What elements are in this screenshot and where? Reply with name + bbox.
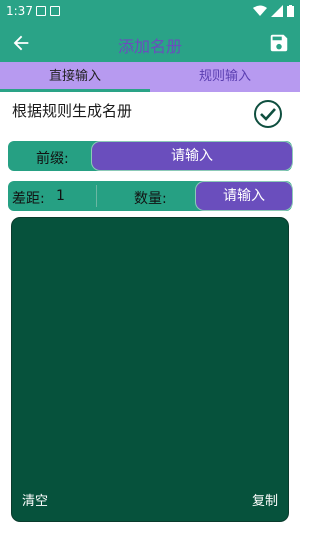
spacing-input[interactable]: 1 <box>56 188 65 204</box>
clear-button[interactable]: 清空 <box>22 490 48 509</box>
count-label: 数量: <box>134 191 167 207</box>
prefix-row: 前缀: 请输入 <box>8 141 292 171</box>
spacing-label: 差距: <box>12 191 45 207</box>
battery-icon <box>287 5 294 17</box>
signal-icon <box>271 5 283 17</box>
confirm-button[interactable] <box>254 100 282 128</box>
status-time: 1:37 <box>6 4 33 18</box>
app-bar: 添加名册 <box>0 24 300 62</box>
count-input[interactable]: 请输入 <box>196 182 292 210</box>
status-bar: 1:37 <box>0 0 300 24</box>
copy-button[interactable]: 复制 <box>252 490 278 509</box>
tab-indicator <box>0 89 150 92</box>
prefix-label: 前缀: <box>36 151 69 167</box>
save-icon[interactable] <box>268 32 290 54</box>
page-title: 添加名册 <box>117 37 182 56</box>
wifi-icon <box>253 5 267 16</box>
section-heading: 根据规则生成名册 <box>12 102 133 120</box>
tab-direct-input[interactable]: 直接输入 <box>0 62 150 92</box>
check-circle-icon <box>260 108 276 121</box>
row-divider <box>96 185 97 207</box>
tab-rule-input[interactable]: 规则输入 <box>150 62 300 92</box>
result-text-area[interactable]: 清空 复制 <box>12 218 288 521</box>
text-icon <box>50 6 60 16</box>
spacing-count-row: 差距: 1 数量: 请输入 <box>8 181 292 211</box>
image-icon <box>36 6 46 16</box>
tab-bar: 直接输入 规则输入 <box>0 62 300 92</box>
prefix-input[interactable]: 请输入 <box>92 142 292 170</box>
